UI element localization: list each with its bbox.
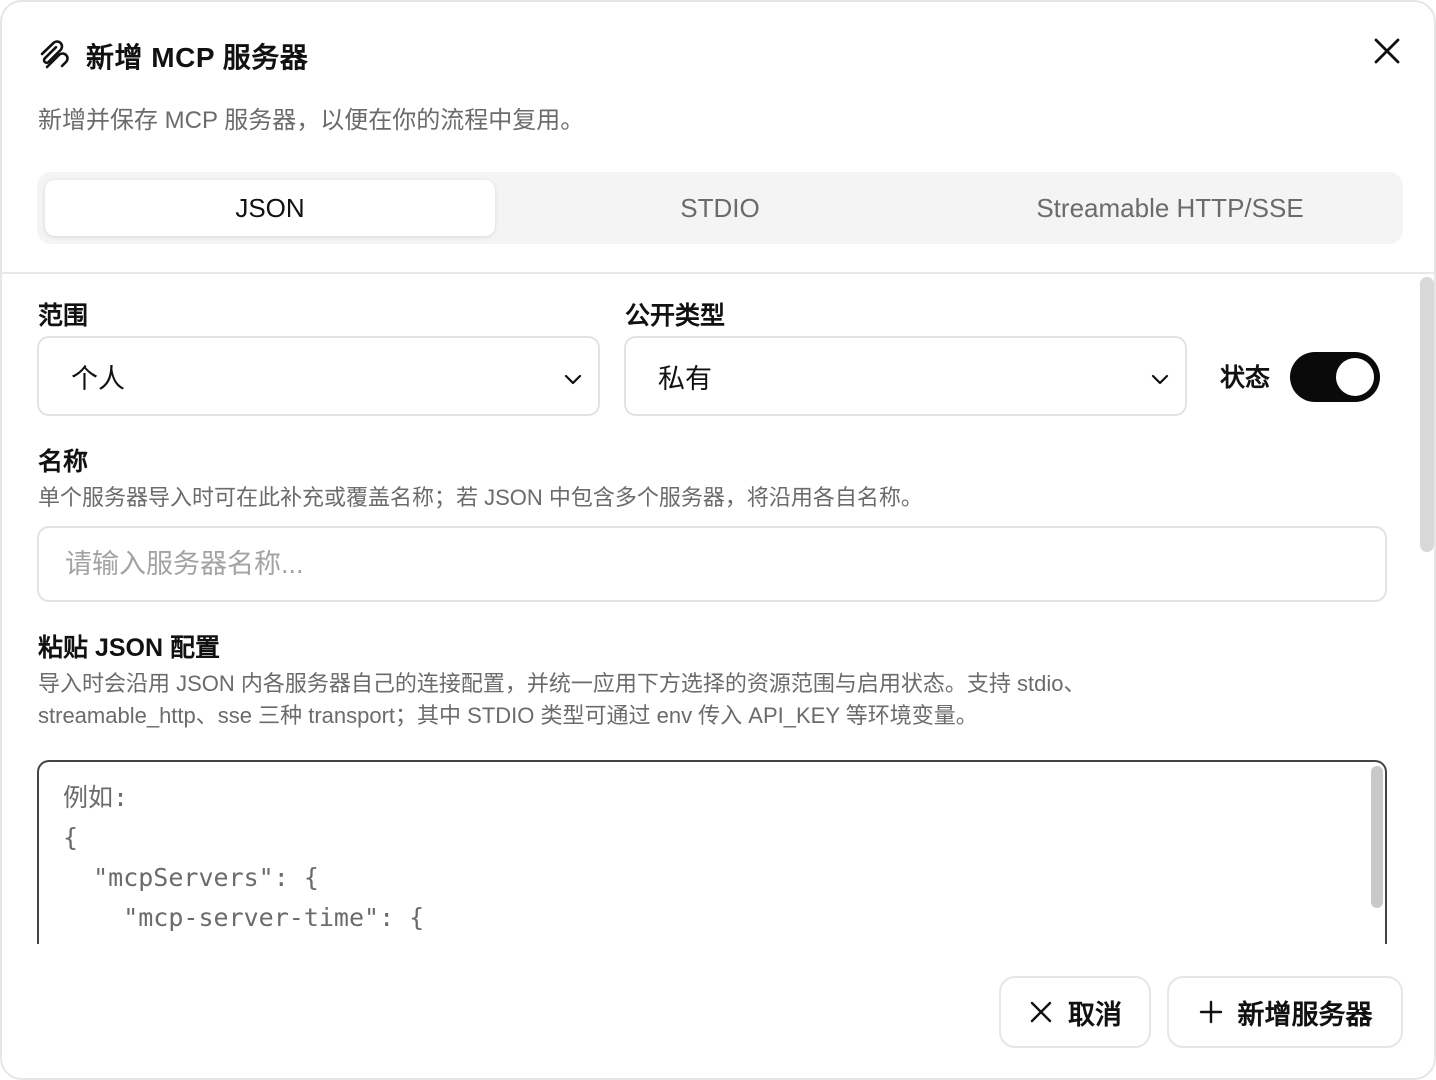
toggle-knob <box>1336 358 1374 396</box>
name-label: 名称 <box>38 448 89 476</box>
json-placeholder-line: 例如: <box>63 783 129 812</box>
tab-stdio[interactable]: STDIO <box>495 180 945 236</box>
dialog-title: 新增 MCP 服务器 <box>86 42 309 73</box>
scrollbar-thumb[interactable] <box>1420 277 1434 552</box>
add-server-button[interactable]: 新增服务器 <box>1167 976 1403 1048</box>
json-placeholder-line: { <box>63 823 79 852</box>
name-hint: 单个服务器导入时可在此补充或覆盖名称；若 JSON 中包含多个服务器，将沿用各自… <box>38 485 923 510</box>
scope-label: 范围 <box>38 302 89 330</box>
close-icon <box>1374 38 1400 69</box>
paperclip-icon <box>38 40 70 72</box>
add-server-button-label: 新增服务器 <box>1237 999 1373 1030</box>
tab-streamable-http-sse[interactable]: Streamable HTTP/SSE <box>945 180 1395 236</box>
dialog-header: 新增 MCP 服务器 <box>38 36 308 76</box>
json-config-label: 粘贴 JSON 配置 <box>38 634 220 662</box>
header-divider <box>2 272 1434 274</box>
visibility-select[interactable]: 私有 <box>624 336 1187 416</box>
textarea-scrollbar[interactable] <box>1371 766 1383 908</box>
scope-select[interactable]: 个人 <box>37 336 600 416</box>
plus-icon <box>1198 999 1224 1025</box>
server-name-input[interactable] <box>37 526 1387 602</box>
visibility-select-value: 私有 <box>658 363 712 394</box>
cancel-button-label: 取消 <box>1068 999 1122 1030</box>
json-placeholder: 例如: { "mcpServers": { "mcp-server-time": … <box>63 778 424 938</box>
cancel-button[interactable]: 取消 <box>999 976 1151 1048</box>
chevron-down-icon <box>1149 366 1171 388</box>
status-toggle[interactable] <box>1290 352 1380 402</box>
scope-select-value: 个人 <box>71 363 125 394</box>
transport-tabs: JSON STDIO Streamable HTTP/SSE <box>37 172 1403 244</box>
status-label: 状态 <box>1220 364 1271 392</box>
chevron-down-icon <box>562 366 584 388</box>
json-config-hint-line2: streamable_http、sse 三种 transport；其中 STDI… <box>38 703 978 728</box>
json-placeholder-line: "mcpServers": { <box>63 863 319 892</box>
json-config-hint-line1: 导入时会沿用 JSON 内各服务器自己的连接配置，并统一应用下方选择的资源范围与… <box>38 671 1086 696</box>
json-config-textarea[interactable]: 例如: { "mcpServers": { "mcp-server-time": … <box>37 760 1387 950</box>
json-placeholder-line: "mcp-server-time": { <box>63 903 425 932</box>
add-mcp-server-dialog: 新增 MCP 服务器 新增并保存 MCP 服务器，以便在你的流程中复用。 JSO… <box>0 0 1436 1080</box>
close-button[interactable] <box>1366 32 1408 74</box>
visibility-label: 公开类型 <box>625 302 726 330</box>
tab-json[interactable]: JSON <box>45 180 495 236</box>
close-icon <box>1028 999 1054 1025</box>
dialog-description: 新增并保存 MCP 服务器，以便在你的流程中复用。 <box>38 107 585 134</box>
